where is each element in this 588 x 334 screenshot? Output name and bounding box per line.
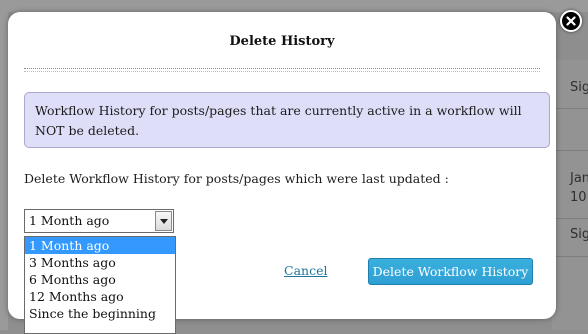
select-value: 1 Month ago	[29, 213, 110, 228]
background-text: Jan	[570, 171, 588, 186]
delete-prompt-label: Delete Workflow History for posts/pages …	[24, 171, 449, 186]
delete-workflow-history-button[interactable]: Delete Workflow History	[368, 258, 533, 285]
background-row-divider	[552, 256, 588, 257]
background-top-strip	[0, 0, 588, 12]
dialog-title: Delete History	[229, 34, 335, 49]
history-period-select[interactable]: 1 Month ago	[24, 209, 174, 233]
history-period-options[interactable]: 1 Month ago 3 Months ago 6 Months ago 12…	[24, 236, 176, 334]
option-since-beginning[interactable]: Since the beginning	[25, 305, 175, 322]
option-6-months[interactable]: 6 Months ago	[25, 271, 175, 288]
background-row-divider	[552, 218, 588, 219]
background-text: 10	[570, 190, 587, 205]
cancel-link[interactable]: Cancel	[284, 263, 327, 278]
delete-history-dialog: Delete History Workflow History for post…	[8, 10, 582, 334]
chevron-down-icon[interactable]	[155, 211, 172, 231]
background-text: Sig	[570, 227, 588, 242]
background-row-divider	[552, 108, 588, 109]
option-12-months[interactable]: 12 Months ago	[25, 288, 175, 305]
title-divider	[24, 71, 540, 72]
background-row-divider	[552, 150, 588, 151]
notice-box: Workflow History for posts/pages that ar…	[24, 92, 550, 148]
title-divider	[24, 68, 540, 69]
background-left-strip	[0, 12, 8, 330]
background-text: Sig	[570, 80, 588, 95]
option-1-month[interactable]: 1 Month ago	[25, 237, 175, 254]
option-3-months[interactable]: 3 Months ago	[25, 254, 175, 271]
close-icon[interactable]	[560, 10, 582, 32]
